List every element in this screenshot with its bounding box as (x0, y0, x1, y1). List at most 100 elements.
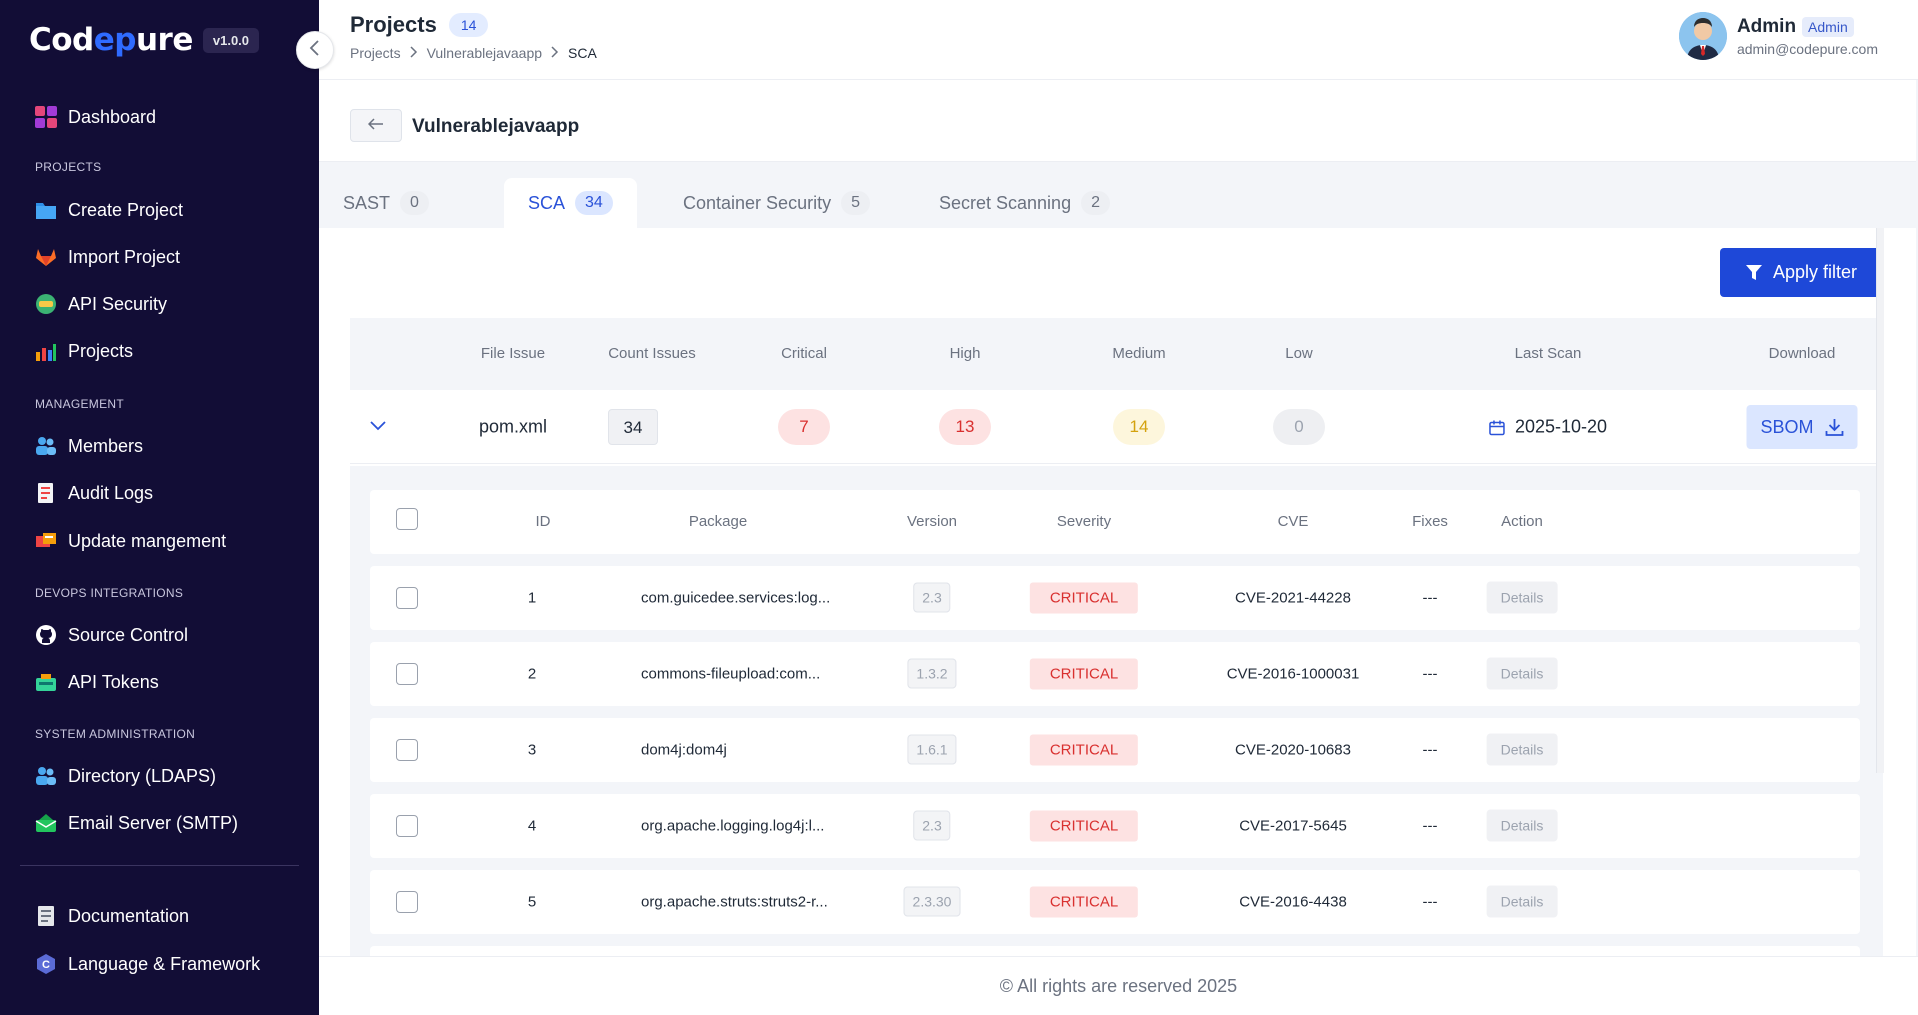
page-title-text: Projects (350, 12, 437, 37)
row-details-button[interactable]: Details (1486, 733, 1558, 766)
col-critical: Critical (781, 345, 827, 362)
medium-count: 14 (1113, 409, 1165, 445)
sidebar-collapse-button[interactable] (296, 31, 334, 69)
row-version: 2.3.30 (903, 886, 961, 917)
gitlab-icon (34, 245, 58, 269)
col-last-scan: Last Scan (1514, 345, 1582, 362)
select-all-checkbox[interactable] (396, 508, 418, 530)
sidebar: Codepure v1.0.0 Dashboard PROJECTS Creat… (0, 0, 319, 1015)
breadcrumb-current: SCA (568, 45, 597, 61)
sidebar-item-label: Documentation (68, 905, 190, 926)
logo-text: Codepure (29, 22, 193, 58)
row-version: 1.6.1 (907, 734, 957, 765)
row-checkbox[interactable] (396, 663, 418, 685)
role-badge: Admin (1802, 16, 1854, 37)
table-row: 2 commons-fileupload:com... 1.3.2 CRITIC… (370, 642, 1860, 706)
language-framework-icon: C (34, 952, 58, 976)
col-low: Low (1285, 345, 1313, 362)
arrow-left-icon (367, 117, 384, 135)
tab-container-security[interactable]: Container Security 5 (659, 178, 894, 228)
sidebar-item-audit-logs[interactable]: Audit Logs (34, 477, 153, 509)
row-fixes: --- (1422, 817, 1438, 835)
section-devops-integrations: DEVOPS INTEGRATIONS (35, 586, 184, 600)
back-button[interactable] (350, 109, 402, 142)
apply-filter-button[interactable]: Apply filter (1720, 248, 1882, 297)
high-count: 13 (939, 409, 991, 445)
row-checkbox[interactable] (396, 815, 418, 837)
sidebar-item-dashboard[interactable]: Dashboard (34, 101, 156, 133)
row-package: commons-fileupload:com... (641, 665, 821, 683)
high-cell: 13 (939, 409, 991, 445)
col-medium: Medium (1112, 345, 1166, 362)
sidebar-item-import-project[interactable]: Import Project (34, 241, 180, 273)
calendar-icon (1489, 419, 1505, 435)
low-count: 0 (1273, 409, 1325, 445)
sidebar-item-api-security[interactable]: API Security (34, 288, 167, 320)
sidebar-item-documentation[interactable]: Documentation (34, 900, 189, 932)
row-cve: CVE-2016-4438 (1239, 893, 1347, 911)
sidebar-item-source-control[interactable]: Source Control (34, 619, 188, 651)
col-fixes: Fixes (1412, 513, 1448, 530)
user-menu[interactable]: Admin Admin admin@codepure.com (1678, 12, 1878, 60)
audit-logs-icon (34, 481, 58, 505)
row-details-button[interactable]: Details (1486, 581, 1558, 614)
version-badge: v1.0.0 (202, 27, 260, 53)
tab-sast[interactable]: SAST 0 (319, 178, 453, 228)
section-system-administration: SYSTEM ADMINISTRATION (35, 727, 196, 741)
scrollbar[interactable] (1876, 228, 1884, 773)
download-cell: SBOM (1746, 405, 1858, 449)
logo[interactable]: Codepure v1.0.0 (29, 22, 260, 58)
tab-count: 2 (1081, 191, 1110, 215)
col-action: Action (1501, 513, 1543, 530)
row-cve: CVE-2016-1000031 (1226, 665, 1360, 683)
email-server-icon (34, 811, 58, 835)
sidebar-item-api-tokens[interactable]: API Tokens (34, 666, 159, 698)
row-checkbox[interactable] (396, 739, 418, 761)
row-checkbox[interactable] (396, 587, 418, 609)
project-name: Vulnerablejavaapp (412, 116, 580, 137)
user-email: admin@codepure.com (1736, 40, 1878, 57)
tab-sca[interactable]: SCA 34 (504, 178, 637, 228)
row-details-button[interactable]: Details (1486, 809, 1558, 842)
row-fixes: --- (1422, 893, 1438, 911)
vulnerability-table: ID Package Version Severity CVE Fixes Ac… (350, 466, 1883, 956)
members-icon (34, 434, 58, 458)
breadcrumb-projects[interactable]: Projects (350, 45, 401, 61)
sidebar-item-email-server[interactable]: Email Server (SMTP) (34, 807, 238, 839)
row-details-button[interactable]: Details (1486, 657, 1558, 690)
projects-count-badge: 14 (448, 13, 489, 37)
sidebar-item-create-project[interactable]: Create Project (34, 194, 183, 226)
row-id: 3 (527, 741, 537, 759)
count-issues-value: 34 (608, 409, 658, 445)
col-id: ID (535, 513, 551, 530)
expand-toggle[interactable] (370, 418, 386, 436)
sidebar-item-label: Update mangement (68, 530, 227, 551)
sidebar-item-projects[interactable]: Projects (34, 335, 133, 367)
low-cell: 0 (1273, 409, 1325, 445)
directory-icon (34, 764, 58, 788)
sidebar-item-label: Create Project (68, 199, 184, 220)
sidebar-item-directory-ldaps[interactable]: Directory (LDAPS) (34, 760, 216, 792)
github-icon (34, 623, 58, 647)
row-details-button[interactable]: Details (1486, 885, 1558, 918)
sidebar-item-label: Import Project (68, 246, 181, 267)
sbom-download-button[interactable]: SBOM (1746, 405, 1858, 449)
tab-secret-scanning[interactable]: Secret Scanning 2 (915, 178, 1134, 228)
row-severity: CRITICAL (1029, 658, 1139, 690)
breadcrumb-project[interactable]: Vulnerablejavaapp (427, 45, 542, 61)
row-package: org.apache.struts:struts2-r... (641, 893, 828, 911)
api-security-icon (34, 292, 58, 316)
row-package: com.guicedee.services:log... (641, 589, 831, 607)
sidebar-item-language-framework[interactable]: C Language & Framework (34, 948, 260, 980)
summary-header: File Issue Count Issues Critical High Me… (350, 318, 1883, 390)
sidebar-item-update-management[interactable]: Update mangement (34, 525, 226, 557)
row-version: 2.3 (913, 810, 951, 841)
col-high: High (949, 345, 981, 362)
sidebar-item-members[interactable]: Members (34, 430, 143, 462)
row-id: 4 (527, 817, 537, 835)
page-title: Projects 14 (350, 12, 489, 38)
tab-count: 0 (400, 191, 429, 215)
row-checkbox[interactable] (396, 891, 418, 913)
user-name: Admin Admin (1737, 16, 1878, 38)
row-severity: CRITICAL (1029, 734, 1139, 766)
